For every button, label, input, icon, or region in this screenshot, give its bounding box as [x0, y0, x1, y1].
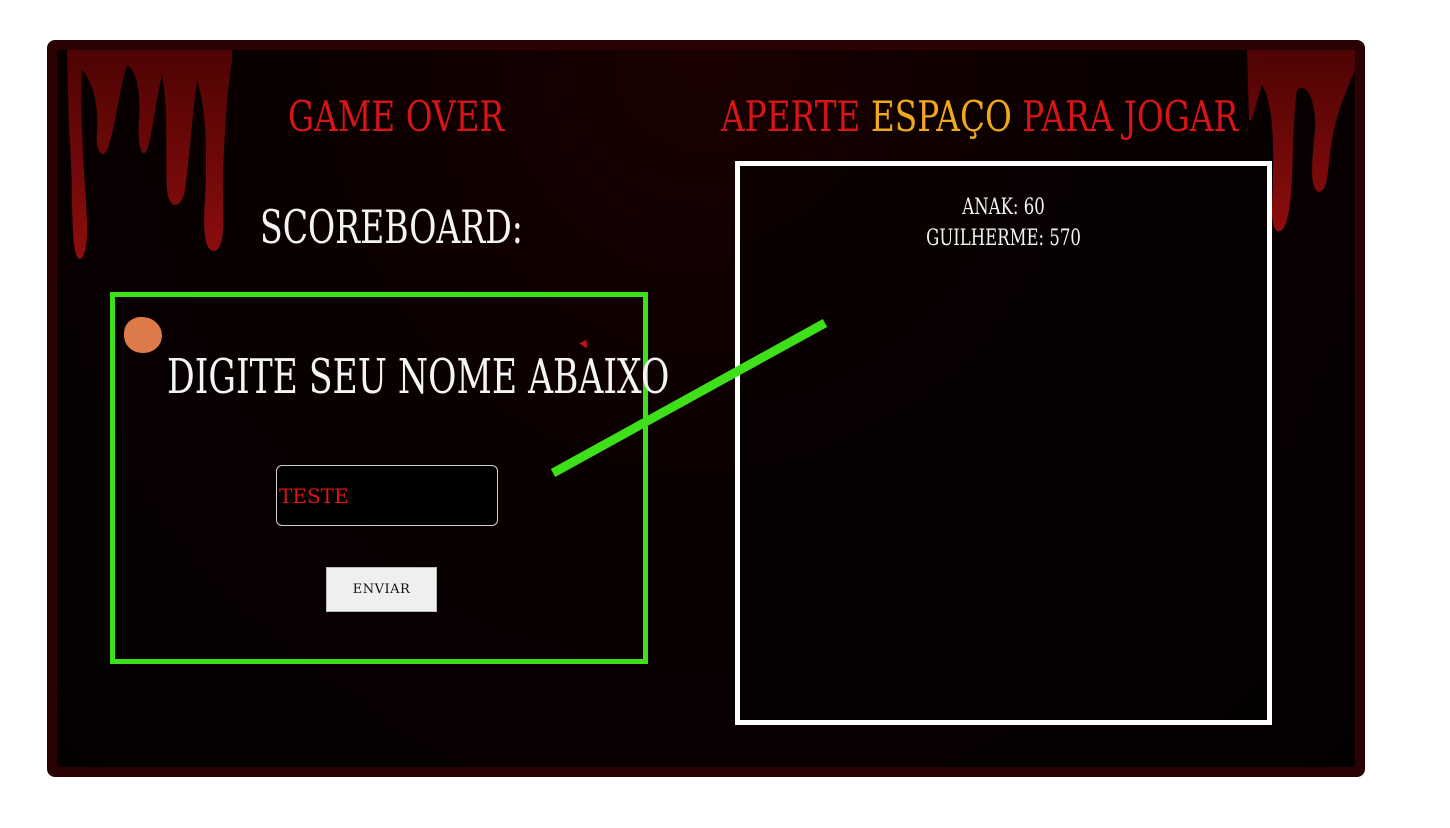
game-frame: GAME OVER APERTE ESPAÇO PARA JOGAR SCORE… [47, 40, 1365, 777]
score-entry: GUILHERME: 570 [926, 226, 1081, 251]
press-prefix: APERTE [721, 92, 861, 141]
scoreboard-panel: ANAK: 60 GUILHERME: 570 [735, 161, 1272, 725]
press-space-instruction: APERTE ESPAÇO PARA JOGAR [721, 92, 1238, 141]
press-key-label: ESPAÇO [870, 92, 1012, 141]
press-suffix: PARA JOGAR [1022, 92, 1239, 141]
submit-button[interactable]: ENVIAR [326, 567, 437, 612]
score-entry: ANAK: 60 [962, 195, 1045, 220]
orange-blob-icon [124, 317, 162, 353]
score-list: ANAK: 60 GUILHERME: 570 [740, 192, 1267, 254]
name-entry-panel: DIGITE SEU NOME ABAIXO ENVIAR [110, 292, 669, 664]
game-over-title: GAME OVER [288, 92, 505, 141]
name-input[interactable] [276, 465, 498, 526]
name-prompt: DIGITE SEU NOME ABAIXO [167, 349, 670, 405]
scoreboard-label: SCOREBOARD: [260, 200, 523, 254]
game-over-screen: GAME OVER APERTE ESPAÇO PARA JOGAR SCORE… [57, 50, 1355, 767]
